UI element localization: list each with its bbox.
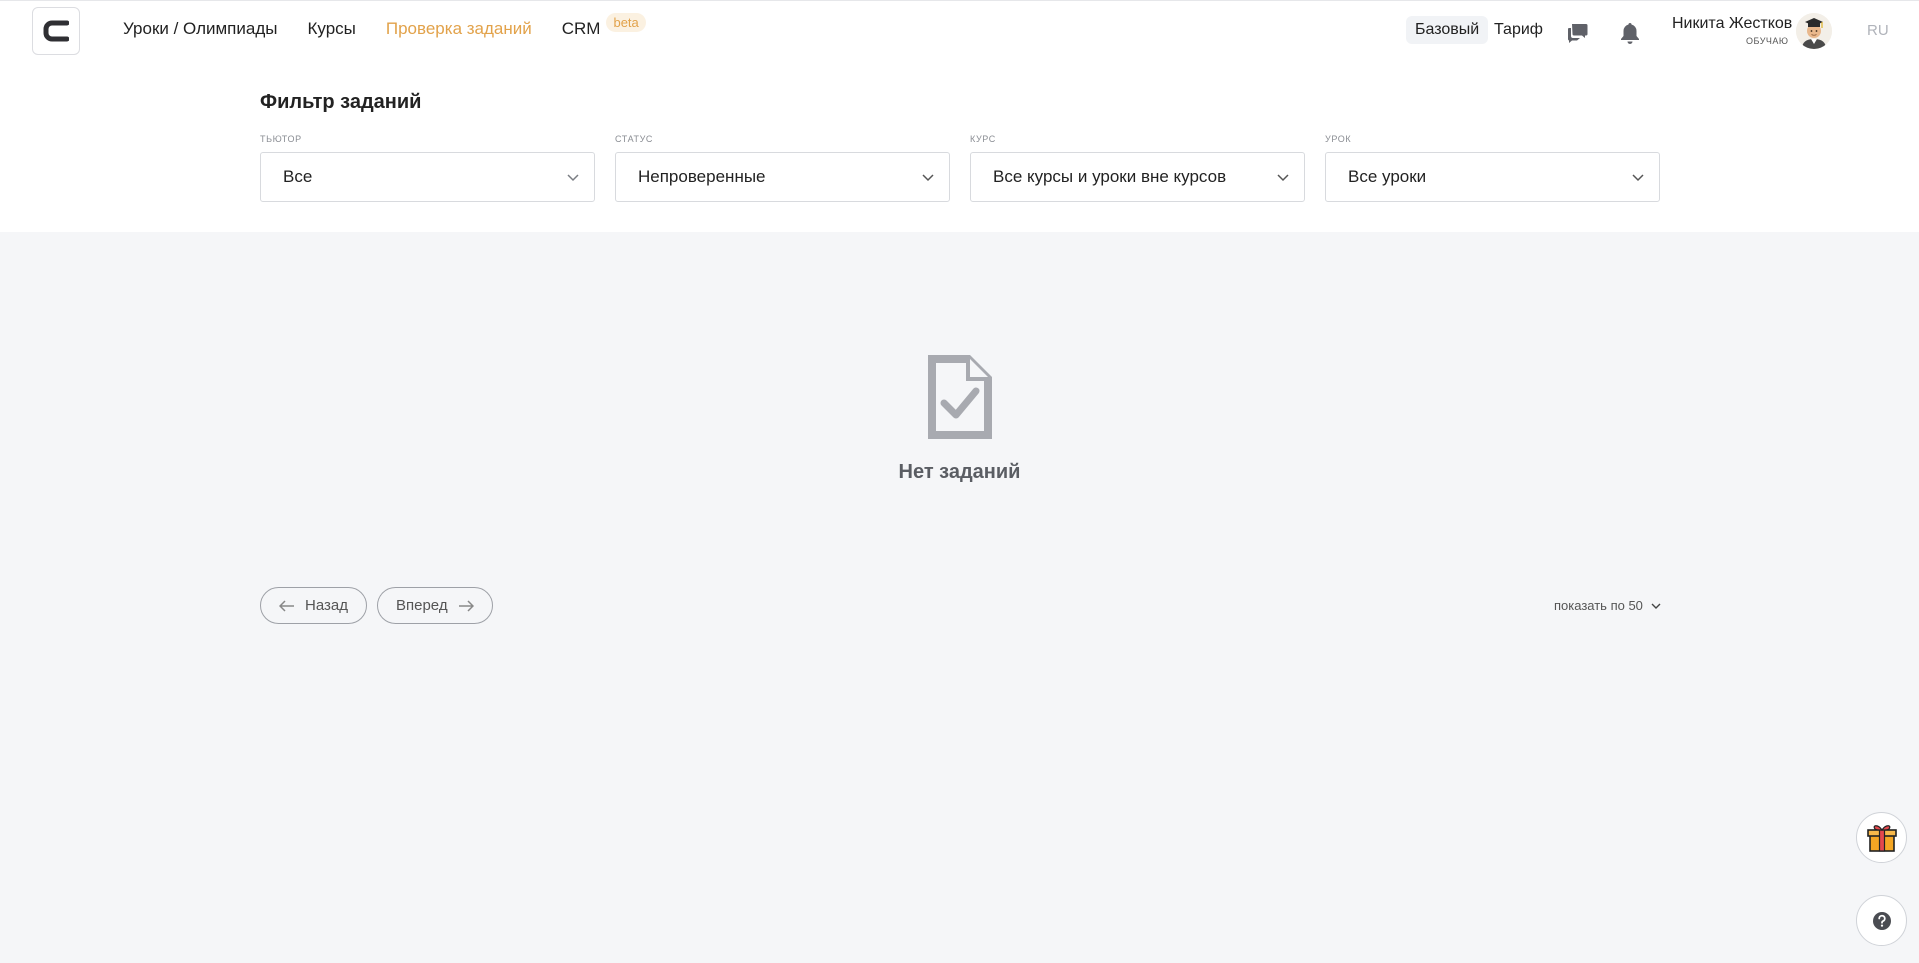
course-filter: КУРС Все курсы и уроки вне курсов <box>970 134 1305 202</box>
document-check-icon <box>927 355 992 439</box>
lesson-filter: УРОК Все уроки <box>1325 134 1660 202</box>
empty-state: Нет заданий <box>0 355 1919 484</box>
per-page-label: показать по 50 <box>1554 598 1643 613</box>
plan-badge[interactable]: Базовый <box>1406 16 1489 44</box>
arrow-right-icon <box>458 599 474 612</box>
prev-page-button[interactable]: Назад <box>260 587 367 624</box>
prev-page-label: Назад <box>305 597 348 614</box>
nav-lessons-olympiads[interactable]: Уроки / Олимпиады <box>123 19 277 39</box>
lesson-filter-label: УРОК <box>1325 134 1352 144</box>
status-filter: СТАТУС Непроверенные <box>615 134 950 202</box>
tutor-select[interactable]: Все <box>260 152 595 202</box>
status-select[interactable]: Непроверенные <box>615 152 950 202</box>
next-page-label: Вперед <box>396 597 448 614</box>
avatar[interactable] <box>1796 13 1832 49</box>
filter-title: Фильтр заданий <box>260 91 422 113</box>
arrow-left-icon <box>279 599 294 612</box>
tutor-filter-label: ТЬЮТОР <box>260 134 302 144</box>
gift-icon <box>1866 824 1897 852</box>
nav-crm-label: CRM <box>561 19 601 38</box>
lesson-select[interactable]: Все уроки <box>1325 152 1660 202</box>
nav-crm[interactable]: CRM beta <box>561 13 646 39</box>
chevron-down-icon <box>922 174 934 182</box>
top-header: Уроки / Олимпиады Курсы Проверка заданий… <box>0 0 1919 232</box>
nav-courses[interactable]: Курсы <box>307 19 355 39</box>
status-select-value: Непроверенные <box>638 167 766 186</box>
chevron-down-icon <box>1277 174 1289 182</box>
chat-icon[interactable] <box>1567 21 1589 43</box>
main-nav: Уроки / Олимпиады Курсы Проверка заданий… <box>123 13 676 39</box>
status-filter-label: СТАТУС <box>615 134 654 144</box>
course-filter-label: КУРС <box>970 134 996 144</box>
tariff-link[interactable]: Тариф <box>1494 21 1543 39</box>
chevron-down-icon <box>567 174 579 182</box>
logo-icon <box>43 20 69 42</box>
user-role: ОБУЧАЮ <box>1746 36 1789 46</box>
tutor-filter: ТЬЮТОР Все <box>260 134 595 202</box>
beta-badge: beta <box>606 13 646 32</box>
language-switch[interactable]: RU <box>1867 22 1889 39</box>
tutor-select-value: Все <box>283 167 313 186</box>
per-page-select[interactable]: показать по 50 <box>1554 598 1661 613</box>
help-button[interactable] <box>1856 895 1907 946</box>
gift-button[interactable] <box>1856 812 1907 863</box>
empty-state-text: Нет заданий <box>898 461 1021 483</box>
next-page-button[interactable]: Вперед <box>377 587 493 624</box>
user-name[interactable]: Никита Жестков <box>1672 15 1792 33</box>
bell-icon[interactable] <box>1619 21 1641 45</box>
course-select[interactable]: Все курсы и уроки вне курсов <box>970 152 1305 202</box>
teacher-avatar-icon <box>1796 13 1832 49</box>
chevron-down-icon <box>1651 603 1661 609</box>
nav-task-review[interactable]: Проверка заданий <box>386 19 532 39</box>
logo[interactable] <box>32 7 80 55</box>
lesson-select-value: Все уроки <box>1348 167 1427 186</box>
chevron-down-icon <box>1632 174 1644 182</box>
course-select-value: Все курсы и уроки вне курсов <box>993 167 1227 186</box>
question-icon <box>1872 911 1891 930</box>
